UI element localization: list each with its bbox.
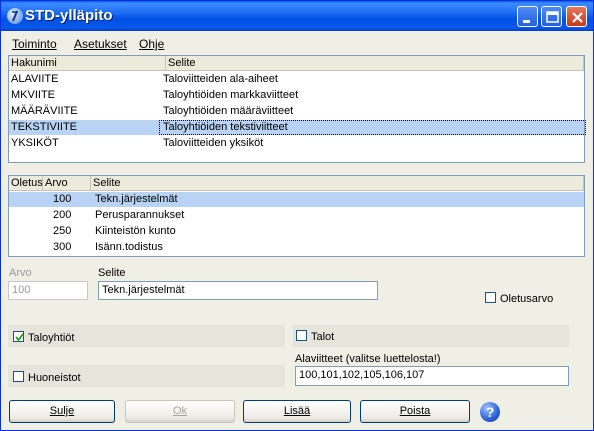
list-item[interactable]: 200 Perusparannukset — [9, 208, 584, 223]
menu-bar: Toiminto Asetukset Ohje — [2, 32, 592, 52]
menu-ohje[interactable]: Ohje — [139, 37, 164, 51]
alaviitteet-label: Alaviitteet (valitse luettelosta!) — [295, 353, 441, 365]
taloyhtiot-label[interactable]: Taloyhtiöt — [28, 332, 74, 344]
category-list[interactable]: Hakunimi Selite ALAVIITE Taloviitteiden … — [8, 55, 586, 163]
column-header-oletus[interactable]: Oletus — [9, 176, 43, 191]
app-window: STD-ylläpito Toiminto Asetukset Ohje Hak… — [0, 0, 594, 431]
title-bar[interactable]: STD-ylläpito — [1, 1, 593, 31]
ok-label: Ok — [172, 405, 188, 417]
hakunimi-cell: MKVIITE — [11, 89, 56, 101]
arvo-cell: 200 — [53, 209, 72, 221]
app-icon — [7, 8, 23, 24]
poista-button[interactable]: Poista — [360, 400, 470, 423]
column-header-arvo[interactable]: Arvo — [43, 176, 91, 191]
oletus-cell — [9, 208, 11, 223]
hakunimi-cell: ALAVIITE — [11, 73, 59, 85]
list-header: Oletus Arvo Selite — [9, 176, 584, 191]
arvo-cell: 300 — [53, 241, 72, 253]
list-item[interactable]: MÄÄRÄVIITE Taloyhtiöiden määräviitteet — [9, 104, 584, 119]
help-icon[interactable]: ? — [480, 402, 500, 422]
arvo-field: 100 — [8, 281, 88, 300]
menu-toiminto[interactable]: Toiminto — [12, 37, 57, 51]
oletusarvo-checkbox[interactable] — [485, 292, 496, 303]
talot-panel — [293, 325, 569, 347]
list-item[interactable]: 250 Kiinteistön kunto — [9, 224, 584, 239]
talot-label[interactable]: Talot — [311, 331, 334, 343]
poista-label: Poista — [399, 405, 431, 417]
list-item[interactable]: ALAVIITE Taloviitteiden ala-aiheet — [9, 72, 584, 87]
column-header-selite[interactable]: Selite — [91, 176, 584, 191]
oletus-cell — [9, 240, 11, 255]
oletus-cell — [9, 224, 11, 239]
alaviitteet-field[interactable]: 100,101,102,105,106,107 — [295, 366, 569, 386]
selite-cell: Tekn.järjestelmät — [95, 193, 178, 205]
sulje-label: Sulje — [49, 405, 75, 417]
list-item-selected[interactable]: TEKSTIVIITE Taloyhtiöiden tekstiviitteet — [9, 120, 586, 135]
selite-label: Selite — [98, 267, 126, 279]
arvo-cell: 250 — [53, 225, 72, 237]
oletus-cell — [9, 192, 11, 207]
column-header-hakunimi[interactable]: Hakunimi — [9, 56, 166, 71]
hakunimi-cell: MÄÄRÄVIITE — [11, 105, 78, 117]
maximize-button[interactable] — [541, 6, 562, 27]
selite-cell: Taloviitteiden yksiköt — [163, 137, 264, 149]
lisaa-button[interactable]: Lisää — [243, 400, 351, 423]
huoneistot-checkbox[interactable] — [13, 371, 24, 382]
list-item[interactable]: YKSIKÖT Taloviitteiden yksiköt — [9, 136, 584, 151]
selite-cell: Taloyhtiöiden määräviitteet — [163, 105, 294, 117]
hakunimi-cell: YKSIKÖT — [11, 137, 59, 149]
list-header: Hakunimi Selite — [9, 56, 584, 71]
menu-asetukset[interactable]: Asetukset — [74, 37, 127, 51]
list-item[interactable]: MKVIITE Taloyhtiöiden markkaviitteet — [9, 88, 584, 103]
taloyhtiot-checkbox[interactable] — [13, 331, 24, 342]
selite-cell: Isänn.todistus — [95, 241, 163, 253]
hakunimi-cell: TEKSTIVIITE — [11, 121, 78, 133]
window-title: STD-ylläpito — [25, 7, 113, 24]
lisaa-label: Lisää — [283, 405, 311, 417]
selite-cell: Perusparannukset — [95, 209, 185, 221]
huoneistot-label[interactable]: Huoneistot — [28, 372, 81, 384]
selite-cell: Kiinteistön kunto — [95, 225, 176, 237]
arvo-label: Arvo — [9, 267, 32, 279]
close-button[interactable] — [566, 6, 587, 27]
minimize-button[interactable] — [517, 6, 538, 27]
column-header-selite[interactable]: Selite — [166, 56, 584, 71]
value-list[interactable]: Oletus Arvo Selite 100 Tekn.järjestelmät… — [8, 175, 585, 257]
selite-cell: Taloviitteiden ala-aiheet — [163, 73, 278, 85]
talot-checkbox[interactable] — [296, 330, 307, 341]
selite-cell: Taloyhtiöiden tekstiviitteet — [159, 120, 586, 135]
oletusarvo-label[interactable]: Oletusarvo — [500, 293, 553, 305]
ok-button[interactable]: Ok — [125, 400, 235, 423]
selite-cell: Taloyhtiöiden markkaviitteet — [163, 89, 299, 101]
arvo-cell: 100 — [53, 193, 72, 205]
selite-field[interactable]: Tekn.järjestelmät — [98, 281, 378, 300]
list-item-selected[interactable]: 100 Tekn.järjestelmät — [9, 192, 584, 207]
list-item[interactable]: 300 Isänn.todistus — [9, 240, 584, 255]
sulje-button[interactable]: Sulje — [9, 400, 115, 423]
